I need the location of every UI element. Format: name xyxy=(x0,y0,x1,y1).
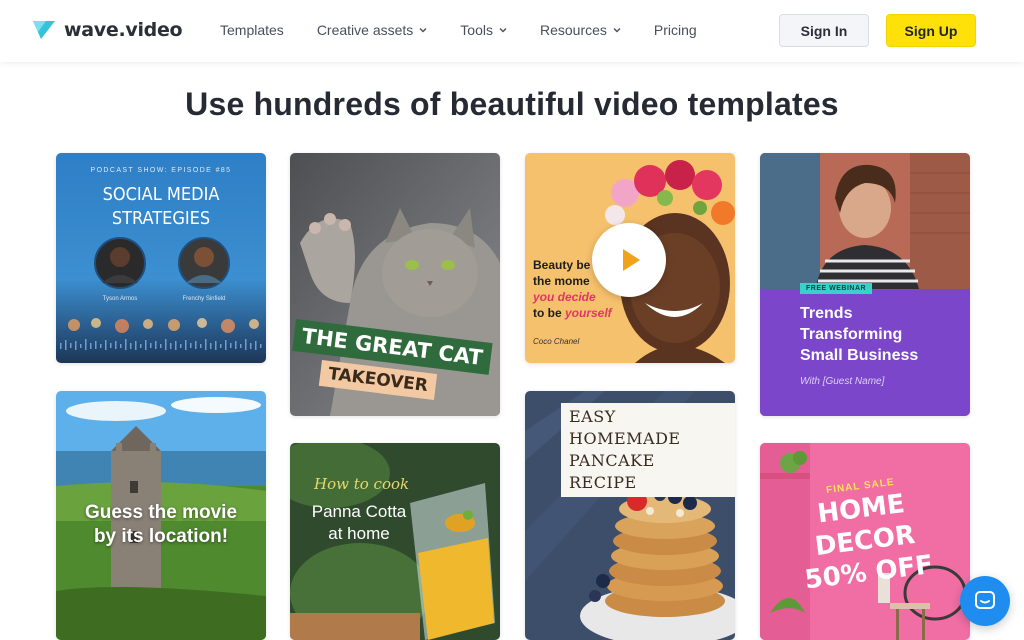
template-card-webinar[interactable]: FREE WEBINAR Trends Transforming Small B… xyxy=(760,153,970,416)
quote-word-highlight: yourself xyxy=(565,306,612,320)
webinar-title: Trends Transforming Small Business xyxy=(800,303,918,366)
nav-pricing-label: Pricing xyxy=(653,22,697,38)
quote-word: to be xyxy=(533,306,565,320)
template-card-podcast[interactable]: PODCAST SHOW: EPISODE #85 SOCIAL MEDIA S… xyxy=(56,153,266,363)
home-decor-title: HOME DECOR 50% OFF xyxy=(775,483,955,599)
main-nav: Templates Creative assets Tools Resource… xyxy=(220,22,730,38)
castle-caption-line: by its location! xyxy=(93,526,229,547)
podcast-host-name: Tyson Armos xyxy=(102,296,138,302)
webinar-title-line: Transforming xyxy=(800,326,903,343)
play-button[interactable] xyxy=(592,223,666,297)
panna-cotta-how: How to cook xyxy=(314,475,410,493)
webinar-title-line: Small Business xyxy=(800,347,919,364)
template-card-beauty[interactable]: Beauty be the mome you decide to be your… xyxy=(525,153,735,363)
nav-tools-label: Tools xyxy=(460,22,493,38)
webinar-title-line: Trends xyxy=(800,305,853,322)
panna-cotta-title-line: at home xyxy=(328,524,390,543)
podcast-title-line: STRATEGIES xyxy=(111,208,211,229)
sign-in-button[interactable]: Sign In xyxy=(779,14,869,47)
quote-line: to be yourself xyxy=(533,305,612,321)
chat-icon xyxy=(975,591,995,609)
panna-cotta-title: Panna Cotta at home xyxy=(304,501,414,545)
webinar-guest: With [Guest Name] xyxy=(800,376,885,387)
chevron-down-icon xyxy=(419,28,427,33)
chevron-down-icon xyxy=(499,28,507,33)
podcast-host-name: Frenchy Sinfield xyxy=(182,296,226,302)
nav-pricing[interactable]: Pricing xyxy=(654,22,697,38)
page-headline: Use hundreds of beautiful video template… xyxy=(185,86,839,122)
template-card-panna-cotta[interactable]: How to cook Panna Cotta at home xyxy=(290,443,500,640)
podcast-episode-label: PODCAST SHOW: EPISODE #85 xyxy=(90,167,232,174)
free-webinar-badge: FREE WEBINAR xyxy=(800,283,873,294)
podcast-title-line: SOCIAL MEDIA xyxy=(102,184,220,205)
brand-name: wave.video xyxy=(64,19,183,41)
sign-up-button[interactable]: Sign Up xyxy=(886,14,976,47)
podcast-title: SOCIAL MEDIA STRATEGIES xyxy=(56,183,266,231)
pancake-title-label: EASY HOMEMADE PANCAKE RECIPE xyxy=(561,403,735,497)
chevron-down-icon xyxy=(613,28,621,33)
castle-caption: Guess the movie by its location! xyxy=(56,501,266,549)
play-icon xyxy=(623,249,640,271)
nav-resources-label: Resources xyxy=(539,22,607,38)
template-card-pancake[interactable]: EASY HOMEMADE PANCAKE RECIPE xyxy=(525,391,735,640)
nav-creative-assets-label: Creative assets xyxy=(316,22,414,38)
brand-logo[interactable]: wave.video xyxy=(32,16,183,44)
panna-cotta-title-line: Panna Cotta xyxy=(311,502,407,521)
top-navbar: wave.video Templates Creative assets Too… xyxy=(0,0,1024,62)
template-card-home-decor[interactable]: FINAL SALE HOME DECOR 50% OFF xyxy=(760,443,970,640)
wave-logo-icon xyxy=(33,21,55,39)
pancake-title-line: EASY HOMEMADE xyxy=(569,407,681,448)
nav-templates[interactable]: Templates xyxy=(220,22,284,38)
template-card-castle[interactable]: Guess the movie by its location! xyxy=(56,391,266,640)
chat-support-button[interactable] xyxy=(960,576,1010,626)
nav-templates-label: Templates xyxy=(220,22,284,38)
template-card-cat[interactable]: THE GREAT CAT TAKEOVER xyxy=(290,153,500,416)
castle-caption-line: Guess the movie xyxy=(84,502,238,523)
quote-line-highlight: you decide xyxy=(533,290,596,304)
nav-creative-assets[interactable]: Creative assets xyxy=(317,22,427,38)
nav-tools[interactable]: Tools xyxy=(460,22,507,38)
nav-resources[interactable]: Resources xyxy=(540,22,621,38)
pancake-title-line: PANCAKE RECIPE xyxy=(569,451,655,492)
quote-author: Coco Chanel xyxy=(533,337,580,346)
